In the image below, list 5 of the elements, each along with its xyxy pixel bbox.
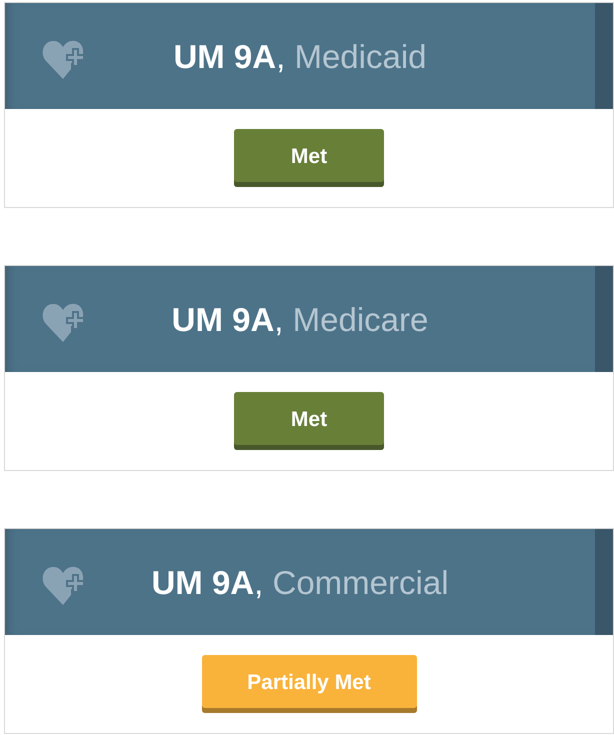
status-button[interactable]: Met [234, 129, 384, 187]
measure-title: UM 9A, Medicaid [173, 40, 427, 72]
status-button[interactable]: Met [234, 392, 384, 450]
measure-title: UM 9A, Medicare [172, 302, 428, 336]
measure-title: UM 9A, Commercial [151, 566, 449, 598]
